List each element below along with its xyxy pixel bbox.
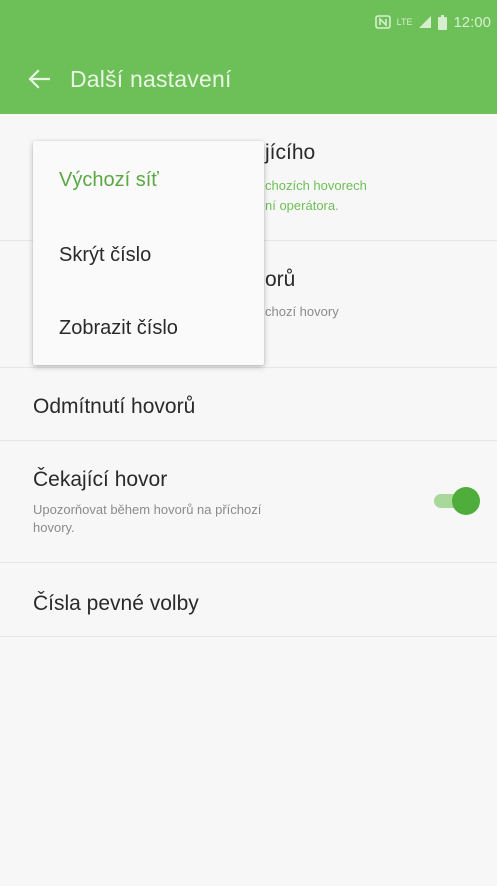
row1-subtitle-2: ní operátora. bbox=[265, 198, 339, 213]
lte-icon: LTE bbox=[396, 17, 413, 27]
row2-subtitle: chozí hovory bbox=[265, 304, 339, 319]
app-bar: Další nastavení bbox=[0, 44, 497, 114]
call-waiting-toggle[interactable] bbox=[432, 487, 480, 515]
row1-title: jícího bbox=[265, 141, 316, 164]
status-bar: LTE 12:00 bbox=[0, 0, 497, 44]
list-item-call-rejection[interactable]: Odmítnutí hovorů bbox=[0, 368, 497, 441]
status-time: 12:00 bbox=[453, 13, 491, 31]
menu-item-default-network[interactable]: Výchozí síť bbox=[59, 169, 159, 192]
page-title: Další nastavení bbox=[70, 65, 232, 92]
toggle-knob bbox=[452, 487, 480, 515]
list-item-call-waiting[interactable]: Čekající hovor Upozorňovat během hovorů … bbox=[0, 441, 497, 563]
caller-id-popup-menu: Výchozí síť Skrýt číslo Zobrazit číslo bbox=[33, 141, 264, 365]
list-item-fixed-dialing[interactable]: Čísla pevné volby bbox=[0, 563, 497, 637]
battery-icon bbox=[438, 14, 448, 30]
row4-subtitle-2: hovory. bbox=[33, 520, 75, 535]
row5-title: Čísla pevné volby bbox=[33, 592, 199, 615]
row4-title: Čekající hovor bbox=[33, 468, 168, 491]
menu-item-hide-number[interactable]: Skrýt číslo bbox=[59, 244, 151, 267]
row3-title: Odmítnutí hovorů bbox=[33, 395, 196, 418]
nfc-icon bbox=[374, 15, 391, 29]
row2-title: orů bbox=[265, 268, 296, 291]
menu-item-show-number[interactable]: Zobrazit číslo bbox=[59, 317, 178, 340]
arrow-left-icon[interactable] bbox=[28, 64, 58, 94]
row1-subtitle-1: chozích hovorech bbox=[265, 178, 367, 193]
row4-subtitle-1: Upozorňovat během hovorů na příchozí bbox=[33, 502, 262, 517]
signal-icon bbox=[418, 15, 432, 29]
